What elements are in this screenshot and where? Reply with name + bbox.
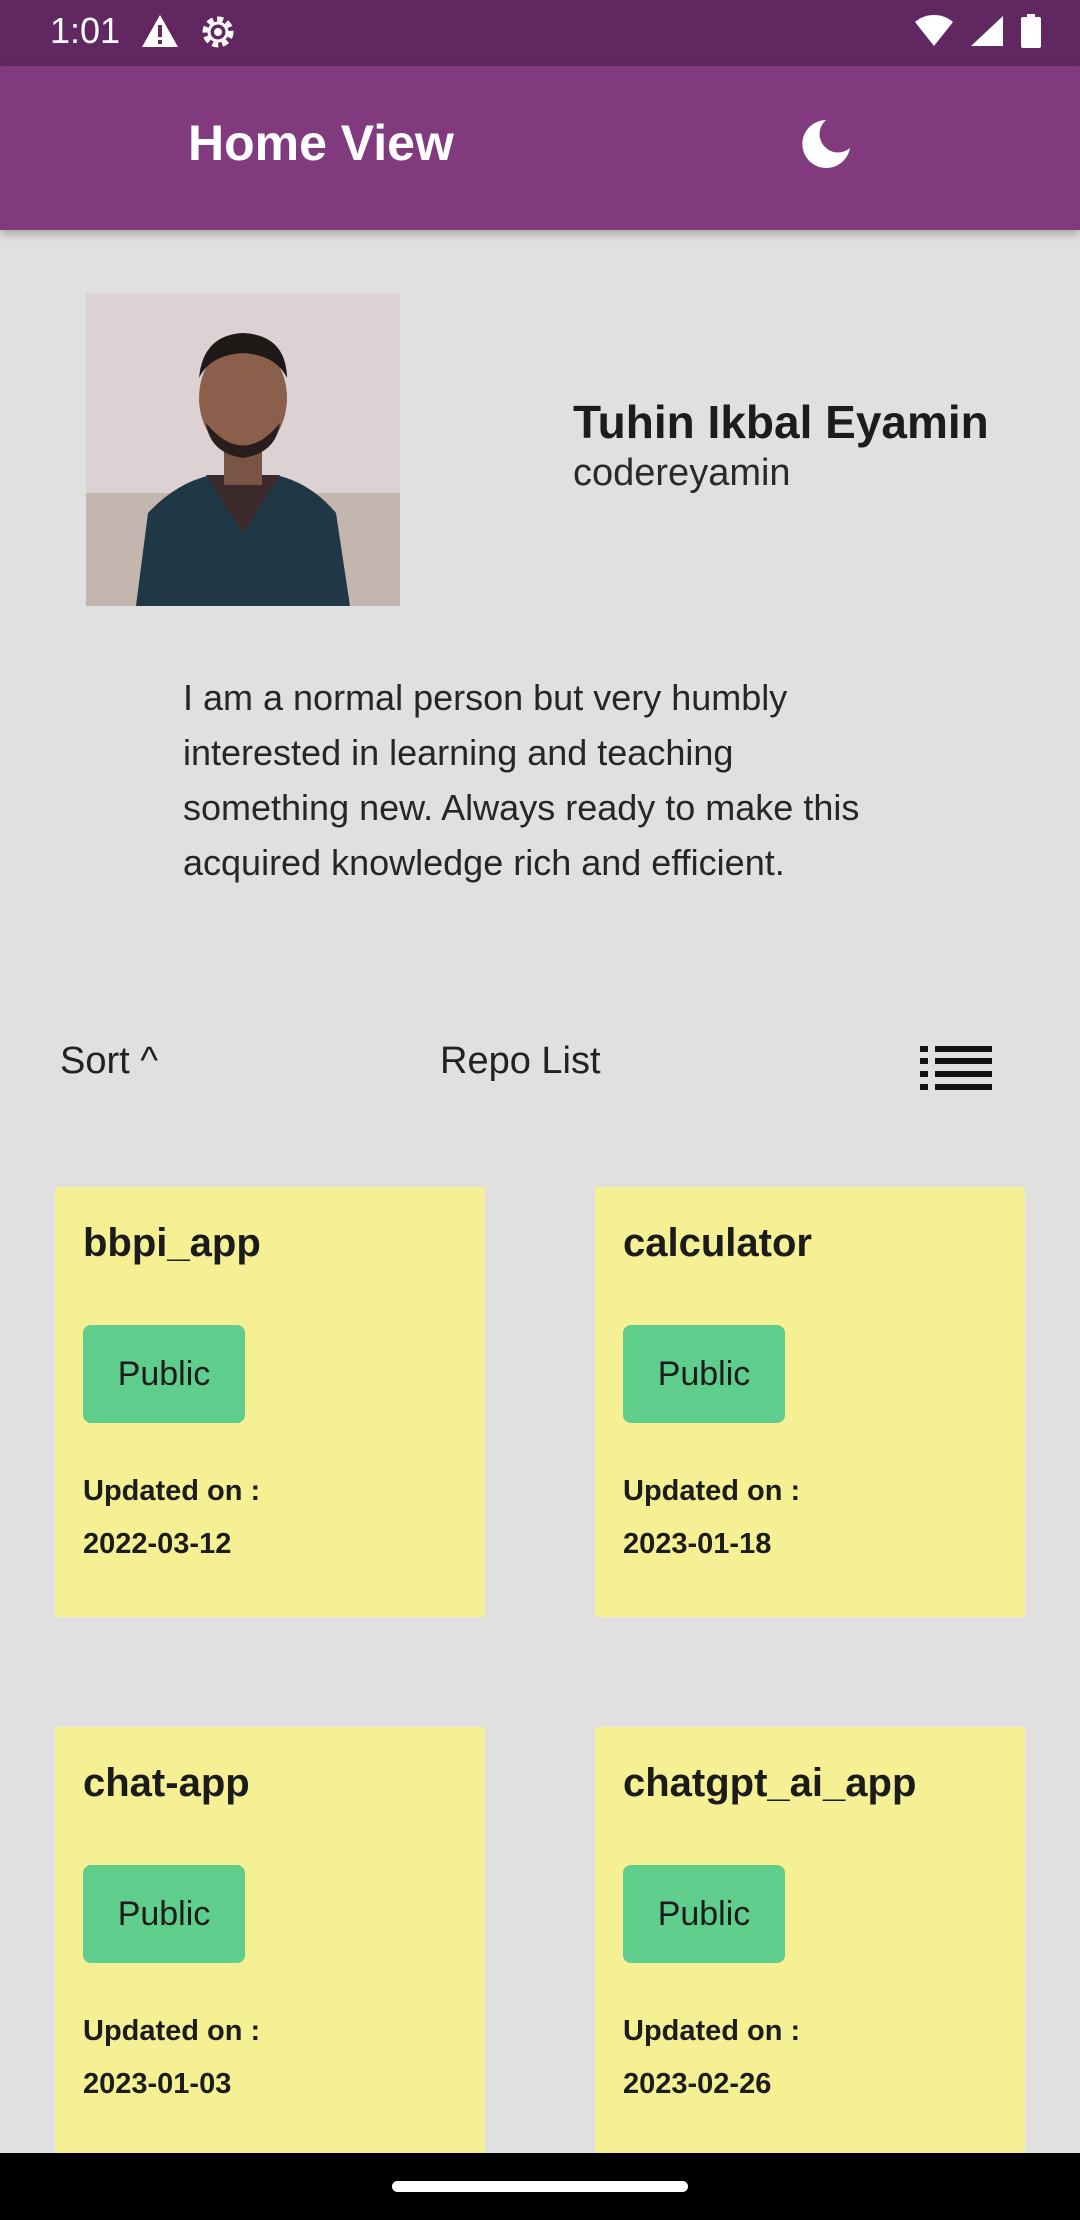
visibility-badge: Public [83,1865,245,1963]
page-title: Home View [188,115,454,171]
visibility-badge: Public [623,1865,785,1963]
battery-icon [1020,14,1042,53]
alert-icon [140,12,180,57]
status-time: 1:01 [50,10,121,51]
signal-icon [970,15,1004,52]
repo-name: calculator [623,1221,812,1265]
repo-name: bbpi_app [83,1221,261,1265]
status-bar: 1:01 [0,0,1080,66]
wifi-icon [914,14,954,52]
profile-bio: I am a normal person but very humbly int… [183,677,860,883]
updated-label: Updated on : [83,2015,261,2047]
updated-date: 2022-03-12 [83,1528,232,1560]
settings-gear-icon [198,12,238,57]
profile-name: Tuhin Ikbal Eyamin [573,396,989,448]
repo-list-title: Repo List [440,1040,601,1082]
profile-username: codereyamin [573,452,791,494]
updated-label: Updated on : [623,2015,801,2047]
updated-date: 2023-01-18 [623,1528,772,1560]
theme-toggle-button[interactable] [796,114,856,174]
visibility-badge: Public [83,1325,245,1423]
updated-date: 2023-02-26 [623,2068,772,2100]
status-right-icons [914,14,1042,53]
status-left-icons [140,12,238,57]
updated-label: Updated on : [83,1475,261,1507]
updated-date: 2023-01-03 [83,2068,232,2100]
visibility-badge: Public [623,1325,785,1423]
moon-icon [796,120,856,178]
avatar [86,293,400,606]
repo-name: chatgpt_ai_app [623,1761,917,1805]
home-gesture-handle[interactable] [392,2181,688,2192]
updated-label: Updated on : [623,1475,801,1507]
list-view-icon [920,1046,992,1094]
repo-card[interactable]: chat-app Public Updated on : 2023-01-03 [55,1727,485,2157]
repo-name: chat-app [83,1761,250,1805]
repo-card[interactable]: calculator Public Updated on : 2023-01-1… [595,1187,1025,1617]
repo-card[interactable]: chatgpt_ai_app Public Updated on : 2023-… [595,1727,1025,2157]
view-toggle-button[interactable] [920,1046,992,1090]
app-bar: Home View [0,66,1080,230]
repo-card[interactable]: bbpi_app Public Updated on : 2022-03-12 [55,1187,485,1617]
sort-button[interactable]: Sort ^ [60,1040,158,1083]
